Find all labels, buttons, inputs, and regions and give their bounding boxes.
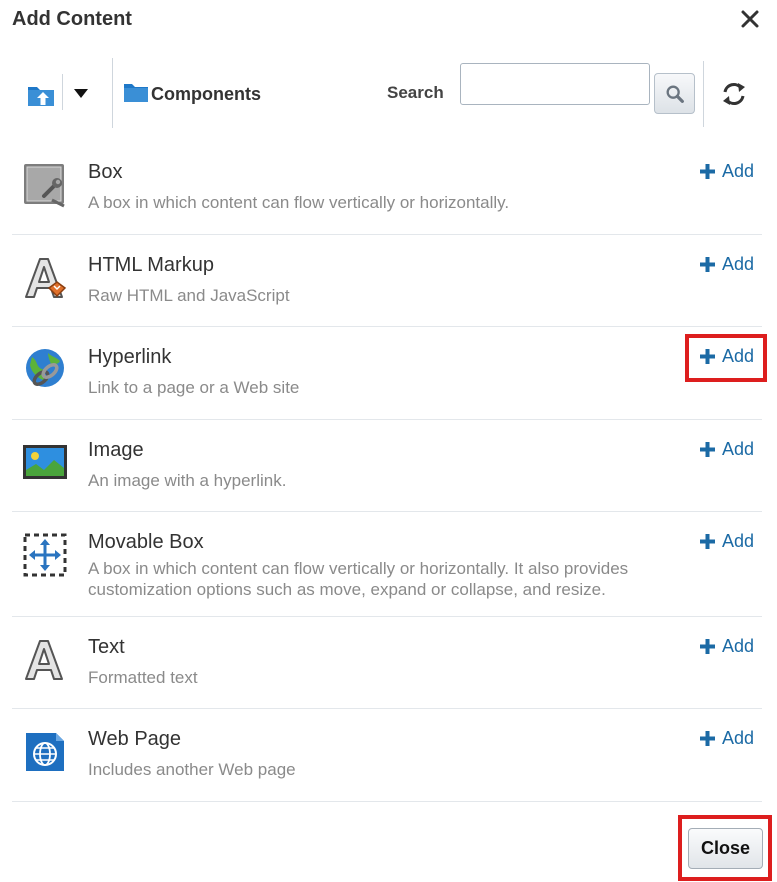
search-input[interactable] [460,63,650,105]
text-icon [25,640,63,680]
item-name: Hyperlink [88,346,172,368]
plus-icon [699,731,715,746]
add-text-link[interactable]: Add [699,636,754,657]
item-name: HTML Markup [88,254,214,276]
dialog-title: Add Content [12,8,132,30]
list-item: HTML Markup Raw HTML and JavaScript Add [12,235,762,327]
plus-icon [699,257,715,272]
list-item: Image An image with a hyperlink. Add [12,420,762,512]
search-icon [666,85,684,103]
breadcrumb-components[interactable]: Components [151,84,261,105]
item-description: A box in which content can flow vertical… [88,193,510,212]
list-item: Movable Box A box in which content can f… [12,512,762,617]
chevron-down-icon[interactable] [72,86,90,100]
movable-box-icon [23,533,67,577]
toolbar-divider [703,61,704,127]
plus-icon [699,639,715,654]
item-description: Formatted text [88,668,198,687]
item-name: Box [88,161,123,183]
add-content-dialog: Add Content Components Search Box A box … [0,0,777,882]
image-icon [23,445,67,479]
list-item: Hyperlink Link to a page or a Web site A… [12,327,767,420]
highlight-box [678,815,772,881]
add-label: Add [721,728,754,748]
item-description: Includes another Web page [88,760,296,779]
add-label: Add [721,636,754,656]
hyperlink-icon [26,349,64,387]
add-movable-box-link[interactable]: Add [699,531,754,552]
add-html-markup-link[interactable]: Add [699,254,754,275]
component-list: Box A box in which content can flow vert… [12,142,767,802]
add-image-link[interactable]: Add [699,439,754,460]
box-icon [24,164,65,208]
item-description: Raw HTML and JavaScript [88,286,290,305]
list-item: Box A box in which content can flow vert… [12,142,762,235]
add-label: Add [721,254,754,274]
toolbar-divider [112,58,113,128]
folder-icon [124,84,148,102]
add-label: Add [721,531,754,551]
plus-icon [699,534,715,549]
add-label: Add [721,161,754,181]
toolbar: Components Search [0,58,777,128]
html-markup-icon [25,258,67,298]
item-description: An image with a hyperlink. [88,471,287,490]
item-name: Image [88,439,144,461]
item-description: A box in which content can flow vertical… [88,558,678,600]
search-button[interactable] [654,73,695,114]
item-name: Text [88,636,125,658]
add-web-page-link[interactable]: Add [699,728,754,749]
plus-icon [699,164,715,179]
list-item: Web Page Includes another Web page Add [12,709,762,802]
search-label: Search [387,83,444,102]
item-description: Link to a page or a Web site [88,378,300,397]
toolbar-divider [62,74,63,110]
item-description-line: A box in which content can flow vertical… [88,559,629,578]
add-label: Add [721,439,754,459]
item-name: Web Page [88,728,182,750]
close-icon[interactable] [739,8,761,30]
item-description-line: customization options such as move, expa… [88,580,606,599]
folder-up-icon[interactable] [27,81,55,107]
highlight-box [685,334,767,382]
refresh-icon[interactable] [720,80,748,108]
item-name: Movable Box [88,531,204,553]
plus-icon [699,442,715,457]
web-page-icon [26,733,64,771]
add-box-link[interactable]: Add [699,161,754,182]
list-item: Text Formatted text Add [12,617,762,709]
